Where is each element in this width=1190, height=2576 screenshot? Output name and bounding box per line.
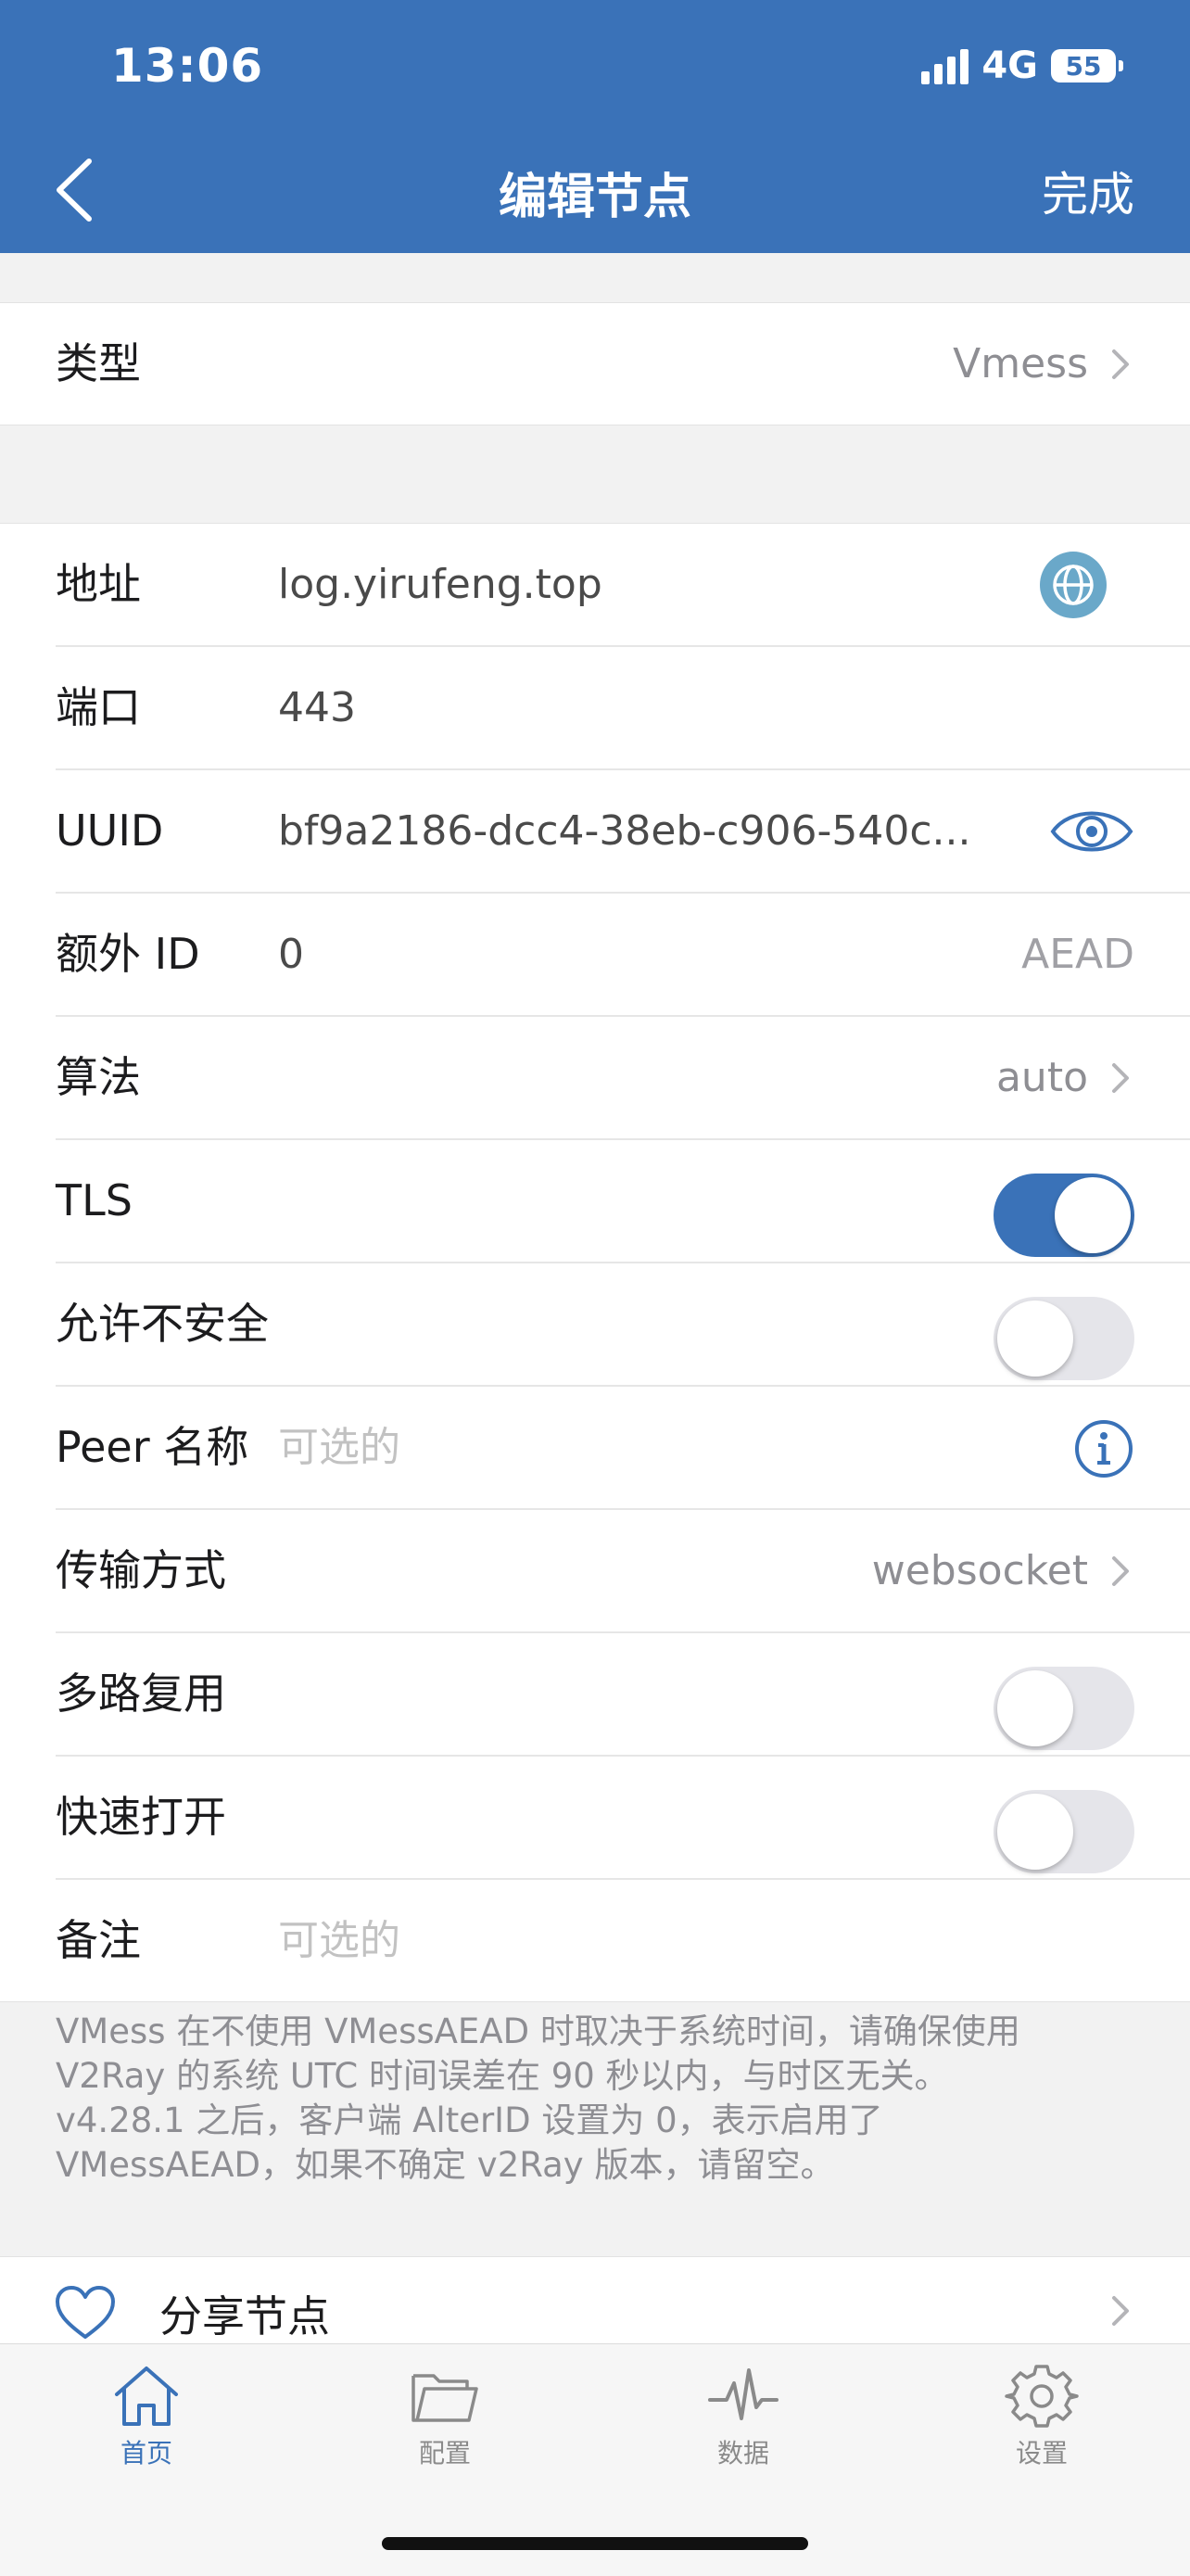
- fast-open-row: 快速打开: [56, 1757, 1190, 1880]
- peer-input[interactable]: 可选的: [278, 1387, 400, 1508]
- transport-label: 传输方式: [56, 1545, 226, 1595]
- globe-icon[interactable]: [1040, 552, 1107, 618]
- remark-label: 备注: [56, 1915, 141, 1965]
- done-button[interactable]: 完成: [1042, 158, 1134, 224]
- chevron-right-icon: [1112, 2296, 1129, 2326]
- tab-settings-label: 设置: [1015, 2438, 1068, 2468]
- fast-open-toggle[interactable]: [994, 1790, 1134, 1873]
- allow-insecure-row: 允许不安全: [56, 1263, 1190, 1387]
- chevron-right-icon: [1112, 349, 1129, 379]
- note-line: VMessAEAD，如果不确定 v2Ray 版本，请留空。: [56, 2145, 835, 2185]
- address-input[interactable]: log.yirufeng.top: [278, 524, 1019, 645]
- aead-hint: AEAD: [1021, 931, 1134, 978]
- cipher-row[interactable]: 算法 auto: [56, 1017, 1190, 1140]
- mux-toggle[interactable]: [994, 1667, 1134, 1750]
- uuid-input[interactable]: bf9a2186-dcc4-38eb-c906-540c...: [278, 770, 1019, 892]
- tab-data-label: 数据: [716, 2438, 769, 2468]
- status-time: 13:06: [111, 39, 264, 93]
- signal-icon: [921, 47, 969, 84]
- note-line: v4.28.1 之后，客户端 AlterID 设置为 0，表示启用了: [56, 2100, 883, 2140]
- home-indicator: [382, 2537, 808, 2550]
- type-group: 类型 Vmess: [0, 302, 1190, 425]
- tab-data[interactable]: 数据: [660, 2363, 827, 2470]
- port-row: 端口 443: [56, 647, 1190, 770]
- cipher-value: auto: [995, 1054, 1088, 1101]
- heart-icon: [56, 2286, 115, 2339]
- address-row: 地址 log.yirufeng.top: [56, 524, 1190, 647]
- battery-level: 55: [1065, 50, 1102, 82]
- fast-open-label: 快速打开: [56, 1792, 226, 1842]
- port-input[interactable]: 443: [278, 647, 356, 768]
- tls-toggle[interactable]: [994, 1174, 1134, 1257]
- note-line: VMess 在不使用 VMessAEAD 时取决于系统时间，请确保使用: [56, 2011, 1020, 2051]
- alter-id-row: 额外 ID 0 AEAD: [56, 894, 1190, 1017]
- tab-config[interactable]: 配置: [361, 2363, 528, 2470]
- network-type: 4G: [981, 44, 1038, 87]
- chevron-right-icon: [1112, 1556, 1129, 1586]
- uuid-label: UUID: [56, 806, 164, 856]
- tab-home[interactable]: 首页: [63, 2363, 230, 2470]
- remark-input[interactable]: 可选的: [278, 1880, 400, 2001]
- port-label: 端口: [56, 682, 141, 732]
- eye-icon[interactable]: [1049, 804, 1134, 859]
- tab-config-label: 配置: [418, 2438, 471, 2468]
- share-node-label: 分享节点: [159, 2291, 330, 2341]
- tls-label: TLS: [56, 1175, 133, 1225]
- alter-id-input[interactable]: 0: [278, 894, 304, 1015]
- peer-label: Peer 名称: [56, 1422, 249, 1472]
- transport-row[interactable]: 传输方式 websocket: [56, 1510, 1190, 1633]
- alter-id-label: 额外 ID: [56, 929, 200, 979]
- allow-insecure-label: 允许不安全: [56, 1299, 269, 1349]
- peer-row: Peer 名称 可选的: [56, 1387, 1190, 1510]
- type-value: Vmess: [953, 340, 1088, 387]
- page-title: 编辑节点: [498, 170, 691, 225]
- uuid-row: UUID bf9a2186-dcc4-38eb-c906-540c...: [56, 770, 1190, 894]
- transport-value: websocket: [871, 1547, 1088, 1594]
- pulse-icon: [708, 2368, 779, 2420]
- battery-icon: 55: [1051, 49, 1123, 82]
- vmess-note: VMess 在不使用 VMessAEAD 时取决于系统时间，请确保使用 V2Ra…: [56, 2010, 1131, 2188]
- folder-icon: [411, 2374, 478, 2422]
- mux-row: 多路复用: [56, 1633, 1190, 1757]
- type-row[interactable]: 类型 Vmess: [56, 303, 1190, 425]
- allow-insecure-toggle[interactable]: [994, 1297, 1134, 1380]
- cipher-label: 算法: [56, 1052, 141, 1102]
- tab-home-label: 首页: [120, 2438, 172, 2468]
- type-label: 类型: [56, 338, 141, 388]
- status-indicators: 4G 55: [921, 44, 1123, 87]
- mux-label: 多路复用: [56, 1669, 226, 1719]
- address-label: 地址: [56, 559, 141, 609]
- remark-row: 备注 可选的: [56, 1880, 1190, 2001]
- info-icon[interactable]: [1073, 1418, 1134, 1479]
- note-line: V2Ray 的系统 UTC 时间误差在 90 秒以内，与时区无关。: [56, 2056, 949, 2096]
- gear-icon: [1005, 2365, 1079, 2428]
- tls-row: TLS: [56, 1140, 1190, 1263]
- chevron-right-icon: [1112, 1063, 1129, 1093]
- nav-header: 13:06 4G 55 编辑节点 完成: [0, 0, 1190, 253]
- tab-settings[interactable]: 设置: [958, 2363, 1125, 2470]
- home-icon: [115, 2367, 178, 2426]
- server-fields-group: 地址 log.yirufeng.top 端口 443 UUID bf9a2186…: [0, 523, 1190, 2002]
